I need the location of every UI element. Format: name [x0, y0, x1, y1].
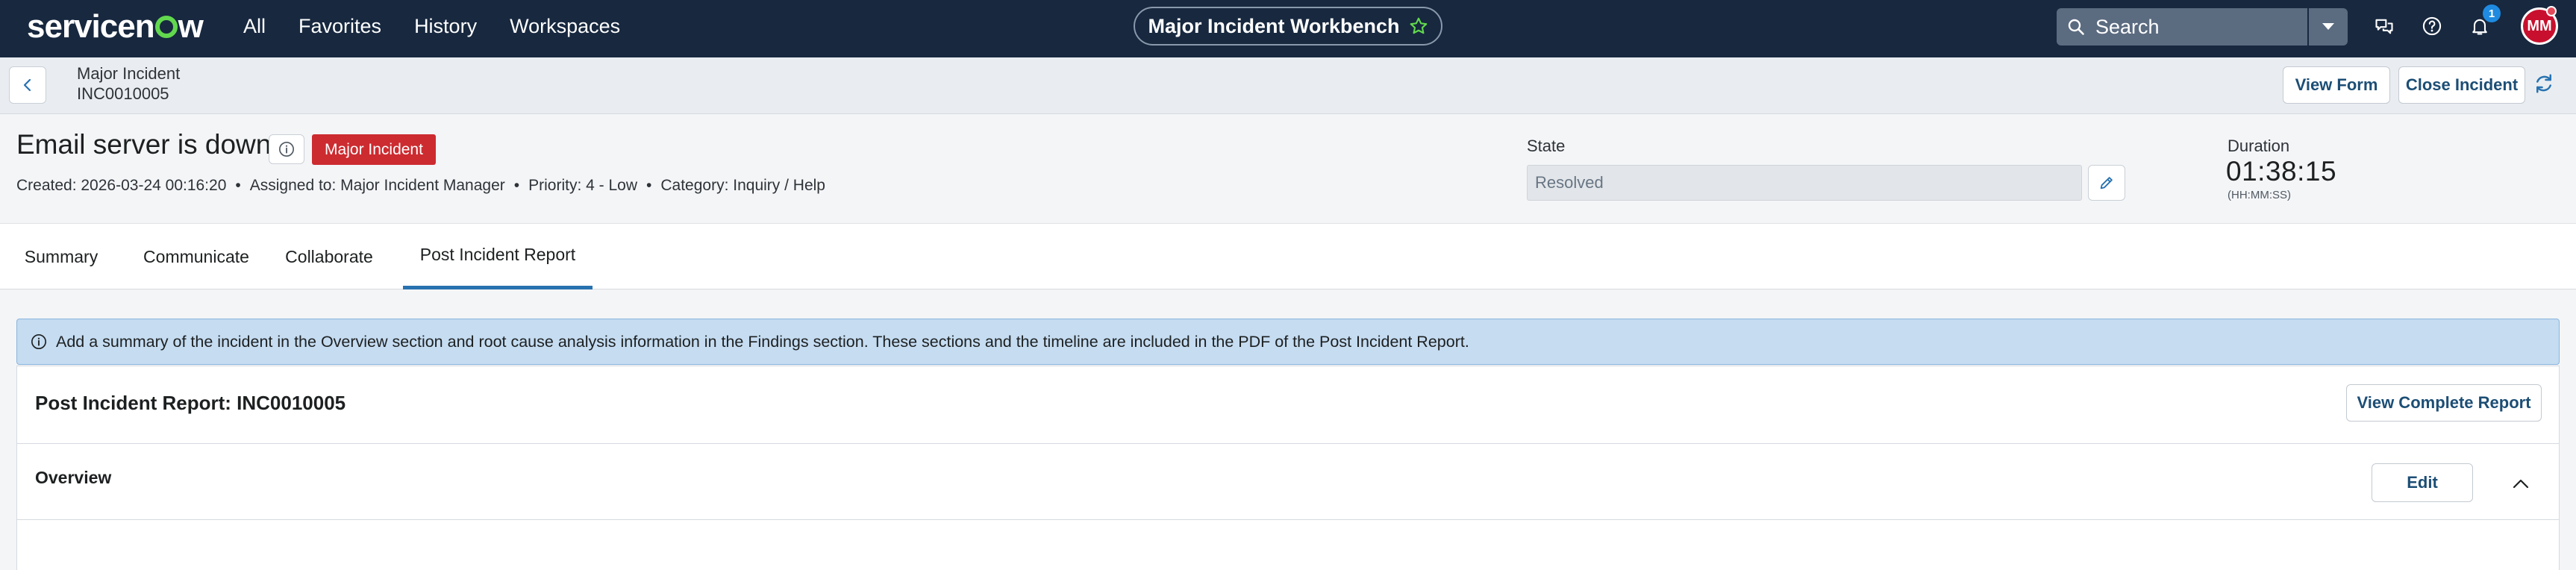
edit-overview-button[interactable]: Edit: [2372, 463, 2473, 502]
duration-value: 01:38:15: [2226, 156, 2337, 187]
meta-category: Category: Inquiry / Help: [660, 177, 825, 194]
workbench-title-pill[interactable]: Major Incident Workbench: [1134, 7, 1442, 46]
main-nav-links: All Favorites History Workspaces: [243, 0, 620, 52]
info-icon: [278, 141, 295, 157]
info-banner: Add a summary of the incident in the Ove…: [16, 319, 2560, 365]
tab-communicate[interactable]: Communicate: [128, 224, 264, 289]
report-title: Post Incident Report: INC0010005: [35, 392, 346, 414]
chevron-up-icon[interactable]: [2508, 471, 2533, 496]
meta-separator: •: [513, 177, 520, 194]
view-form-button[interactable]: View Form: [2283, 66, 2390, 104]
state-label: State: [1527, 137, 1566, 155]
meta-assigned: Assigned to: Major Incident Manager: [249, 177, 505, 194]
nav-workspaces[interactable]: Workspaces: [510, 15, 620, 38]
incident-meta: Created: 2026-03-24 00:16:20 • Assigned …: [16, 177, 825, 195]
meta-separator: •: [646, 177, 652, 194]
search-icon: [2067, 18, 2085, 36]
banner-text: Add a summary of the incident in the Ove…: [56, 332, 1469, 351]
incident-info-button[interactable]: [269, 134, 304, 164]
logo-text-part2: w: [178, 8, 204, 45]
presence-status-dot: [2546, 6, 2557, 16]
state-edit-button[interactable]: [2088, 165, 2125, 201]
logo-text-part1: servicen: [27, 8, 155, 45]
caret-down-icon: [2322, 22, 2335, 31]
tab-post-incident-report[interactable]: Post Incident Report: [403, 224, 593, 289]
incident-header: Email server is down Major Incident Crea…: [0, 114, 2576, 223]
view-complete-report-button[interactable]: View Complete Report: [2346, 384, 2542, 422]
nav-history[interactable]: History: [414, 15, 477, 38]
logo-o-ring-icon: [154, 16, 178, 38]
close-incident-button[interactable]: Close Incident: [2398, 66, 2525, 104]
nav-favorites[interactable]: Favorites: [298, 15, 381, 38]
favorite-star-icon[interactable]: [1409, 16, 1428, 36]
overview-section-title: Overview: [35, 468, 112, 487]
notification-count-badge: 1: [2483, 4, 2501, 22]
state-field[interactable]: [1527, 165, 2082, 201]
meta-priority: Priority: 4 - Low: [528, 177, 638, 194]
meta-separator: •: [235, 177, 241, 194]
chat-icon[interactable]: [2372, 13, 2397, 39]
record-subheader: Major Incident INC0010005 View Form Clos…: [0, 57, 2576, 114]
top-navigation-bar: servicenow servicenw All Favorites Histo…: [0, 0, 2576, 57]
record-number: INC0010005: [77, 84, 169, 103]
report-panel: Post Incident Report: INC0010005 View Co…: [16, 366, 2560, 570]
refresh-icon[interactable]: [2533, 72, 2558, 98]
back-button[interactable]: [9, 66, 46, 104]
incident-title: Email server is down: [16, 129, 272, 160]
search-input[interactable]: [2095, 15, 2282, 39]
servicenow-logo[interactable]: servicenow servicenw: [27, 7, 204, 47]
pencil-icon: [2098, 175, 2115, 191]
chevron-left-icon: [20, 78, 35, 93]
tab-summary[interactable]: Summary: [15, 224, 107, 289]
search-scope-dropdown[interactable]: [2309, 8, 2348, 46]
major-incident-badge: Major Incident: [312, 134, 436, 165]
post-incident-report-content: Add a summary of the incident in the Ove…: [0, 289, 2576, 570]
workbench-tabs: Summary Communicate Collaborate Post Inc…: [0, 223, 2576, 289]
section-divider: [17, 519, 2559, 520]
meta-created: Created: 2026-03-24 00:16:20: [16, 177, 227, 194]
global-search: [2057, 8, 2307, 46]
help-icon[interactable]: [2419, 13, 2445, 39]
tab-collaborate[interactable]: Collaborate: [278, 224, 381, 289]
panel-divider: [17, 443, 2559, 444]
record-type: Major Incident: [77, 64, 181, 83]
workbench-title: Major Incident Workbench: [1148, 14, 1400, 37]
nav-all[interactable]: All: [243, 15, 266, 38]
info-circle-icon: [31, 333, 47, 350]
duration-unit: (HH:MM:SS): [2228, 189, 2291, 201]
duration-label: Duration: [2228, 137, 2290, 155]
